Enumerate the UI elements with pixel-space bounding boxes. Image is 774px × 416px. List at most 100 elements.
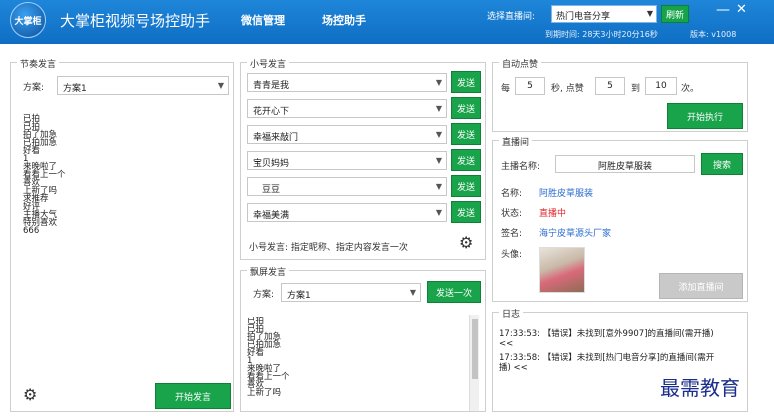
title-bar: 大掌柜 大掌柜视频号场控助手 微信管理 场控助手 选择直播间: 热门电音分享 ▼… [0, 0, 774, 44]
list-item: 上新了吗 [247, 388, 282, 398]
anchor-name-input[interactable]: 阿胜皮草服装 [555, 155, 695, 173]
account-name: 宝贝妈妈 [253, 159, 290, 169]
live-avatar-label: 头像: [501, 250, 523, 260]
danmaku-scheme-select[interactable]: 方案1 ▼ [281, 283, 421, 302]
app-logo: 大掌柜 [10, 2, 46, 38]
account-name: 青青是我 [253, 81, 290, 91]
account-speech-title: 小号发言 [247, 57, 290, 70]
send-button-2[interactable]: 发送 [451, 97, 481, 119]
account-speech-hint: 小号发言: 指定昵称、指定内容发言一次 [249, 243, 408, 253]
rhythm-scheme-label: 方案: [23, 83, 45, 93]
rhythm-scheme-select[interactable]: 方案1 ▼ [57, 76, 229, 95]
account-select-6[interactable]: 幸福美满 ▼ [247, 203, 447, 222]
avatar [539, 247, 585, 293]
live-room-title: 直播间 [499, 135, 533, 148]
live-room-select-label: 选择直播间: [487, 12, 536, 22]
nav-field-control[interactable]: 场控助手 [322, 12, 366, 28]
live-name-value: 阿胜皮草服装 [539, 189, 594, 199]
danmaku-scrollbar[interactable] [469, 315, 479, 411]
auto-like-every-label: 每 [501, 84, 511, 94]
send-button-1[interactable]: 发送 [451, 71, 481, 93]
chevron-down-icon: ▼ [409, 288, 416, 297]
chevron-down-icon: ▼ [646, 9, 653, 18]
account-select-4[interactable]: 宝贝妈妈 ▼ [247, 151, 447, 170]
auto-like-title: 自动点赞 [499, 57, 542, 70]
start-execute-button[interactable]: 开始执行 [667, 103, 743, 129]
list-item: 看看上一个 [247, 372, 290, 382]
log-entry: 17:33:53: 【错误】未找到[意外9907]的直播间(需开播) << [499, 329, 714, 349]
rhythm-scheme-value: 方案1 [63, 84, 87, 94]
rhythm-speech-textarea[interactable]: 已拍 已拍 拍了加急 已拍加急 好看 1 来晚啦了 看看上一个 喜欢 上新了吗 … [23, 115, 223, 345]
chevron-down-icon: ▼ [435, 156, 442, 165]
live-sign-label: 签名: [501, 229, 523, 239]
chevron-down-icon: ▼ [217, 81, 224, 90]
minimize-icon[interactable]: — [716, 2, 730, 18]
like-min-input[interactable]: 5 [595, 77, 625, 95]
list-item: 已拍加急 [23, 138, 58, 148]
scrollbar-thumb[interactable] [472, 319, 478, 379]
list-item: 看看上一个 [23, 170, 66, 180]
add-live-room-button[interactable]: 添加直播间 [659, 273, 743, 299]
rhythm-speech-title: 节奏发言 [17, 57, 60, 70]
danmaku-speech-textarea[interactable]: 已拍 已拍 拍了加急 已拍加急 好看 1 来晚啦了 看看上一个 喜欢 上新了吗 [247, 317, 463, 411]
list-item: 好看 [23, 146, 41, 156]
send-button-4[interactable]: 发送 [451, 149, 481, 171]
account-name: 花开心下 [253, 107, 290, 117]
auto-like-times-label: 次。 [681, 84, 700, 94]
list-item: 好看 [247, 348, 265, 358]
chevron-down-icon: ▼ [435, 208, 442, 217]
gear-icon[interactable]: ⚙ [23, 385, 37, 404]
rhythm-speech-panel: 节奏发言 方案: 方案1 ▼ 已拍 已拍 拍了加急 已拍加急 好看 1 来晚啦了… [10, 57, 234, 412]
account-name: 幸福来敲门 [253, 133, 299, 143]
account-select-2[interactable]: 花开心下 ▼ [247, 99, 447, 118]
live-room-select[interactable]: 热门电音分享 ▼ [551, 5, 657, 23]
account-select-5[interactable]: 豆豆 ▼ [247, 177, 447, 196]
like-max-input[interactable]: 10 [645, 77, 677, 95]
close-icon[interactable]: ✕ [736, 2, 747, 17]
log-entry: 17:33:58: 【错误】未找到[热门电音分享]的直播间(需开播) << [499, 353, 715, 373]
account-name: 幸福美满 [253, 211, 290, 221]
list-item: 已拍 [247, 317, 265, 326]
danmaku-speech-panel: 飘屏发言 方案: 方案1 ▼ 发送一次 已拍 已拍 拍了加急 已拍加急 好看 1… [240, 265, 486, 412]
live-room-select-value: 热门电音分享 [556, 12, 611, 22]
danmaku-scheme-value: 方案1 [287, 291, 311, 301]
version-label: 版本: v1008 [690, 30, 737, 39]
send-once-button[interactable]: 发送一次 [427, 281, 481, 303]
like-interval-input[interactable]: 5 [515, 77, 545, 95]
send-button-5[interactable]: 发送 [451, 175, 481, 197]
live-status-value: 直播中 [539, 209, 567, 219]
anchor-name-label: 主播名称: [501, 162, 541, 172]
list-item: 上新了吗 [23, 186, 58, 196]
auto-like-to-label: 到 [631, 84, 641, 94]
gear-icon[interactable]: ⚙ [459, 233, 473, 252]
expire-time: 到期时间: 28天3小时20分16秒 [545, 30, 658, 39]
chevron-down-icon: ▼ [435, 130, 442, 139]
send-button-3[interactable]: 发送 [451, 123, 481, 145]
account-speech-panel: 小号发言 青青是我 ▼ 发送 花开心下 ▼ 发送 幸福来敲门 ▼ 发送 宝贝妈妈… [240, 57, 486, 260]
live-name-label: 名称: [501, 189, 523, 199]
live-status-label: 状态: [501, 209, 523, 219]
app-title: 大掌柜视频号场控助手 [60, 12, 211, 30]
send-button-6[interactable]: 发送 [451, 201, 481, 223]
nav-wechat-manage[interactable]: 微信管理 [241, 12, 285, 28]
live-room-panel: 直播间 主播名称: 阿胜皮草服装 搜索 名称: 阿胜皮草服装 状态: 直播中 签… [492, 135, 748, 302]
watermark: 最需教育 [660, 376, 740, 400]
list-item: 已拍 [23, 114, 41, 124]
account-name: 豆豆 [262, 185, 281, 195]
auto-like-panel: 自动点赞 每 5 秒, 点赞 5 到 10 次。 开始执行 [492, 57, 748, 132]
list-item: 已拍加急 [247, 340, 282, 350]
refresh-button[interactable]: 刷新 [661, 5, 689, 23]
chevron-down-icon: ▼ [435, 182, 442, 191]
danmaku-scheme-label: 方案: [253, 290, 275, 300]
chevron-down-icon: ▼ [435, 104, 442, 113]
chevron-down-icon: ▼ [435, 78, 442, 87]
account-select-3[interactable]: 幸福来敲门 ▼ [247, 125, 447, 144]
list-item: 特别喜欢 [23, 218, 58, 228]
auto-like-seconds-label: 秒, 点赞 [551, 84, 584, 94]
live-sign-value: 海宁皮草源头厂家 [539, 229, 612, 239]
account-select-1[interactable]: 青青是我 ▼ [247, 73, 447, 92]
list-item: 求推荐 [23, 194, 49, 204]
start-speech-button[interactable]: 开始发言 [155, 383, 231, 409]
log-title: 日志 [499, 307, 524, 320]
search-button[interactable]: 搜索 [701, 153, 743, 175]
